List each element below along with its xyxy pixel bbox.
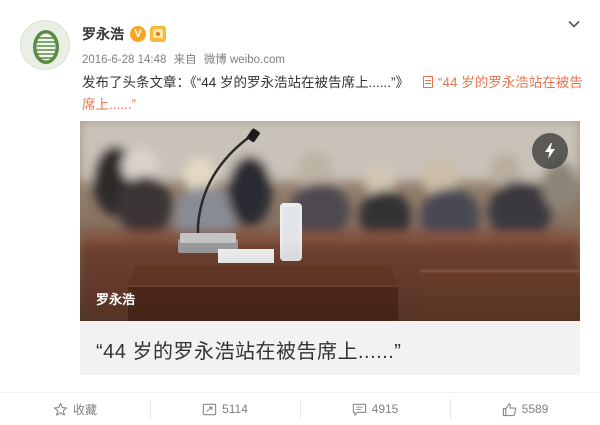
article-doc-icon: [423, 76, 434, 88]
source-prefix: 来自: [173, 54, 197, 66]
action-bar: 收藏 5114 4915 5589: [0, 392, 600, 425]
avatar[interactable]: [20, 20, 70, 70]
lightning-icon[interactable]: [532, 133, 568, 169]
post-text-prefix: 发布了头条文章：《“44 岁的罗永浩站在被告席上......”》: [82, 75, 410, 90]
post-text: 发布了头条文章：《“44 岁的罗永浩站在被告席上......”》 “44 岁的罗永…: [82, 72, 587, 116]
favorite-label: 收藏: [72, 402, 97, 417]
member-level-icon: [150, 26, 166, 42]
thumbs-up-icon: [502, 402, 516, 416]
post-source[interactable]: 微博 weibo.com: [204, 54, 285, 66]
like-button[interactable]: 5589: [450, 393, 600, 425]
like-count: 5589: [521, 402, 549, 416]
comment-count: 4915: [371, 402, 399, 416]
verified-badge-icon: V: [130, 26, 146, 42]
author-name[interactable]: 罗永浩: [82, 24, 124, 44]
favorite-button[interactable]: 收藏: [0, 393, 150, 425]
comment-button[interactable]: 4915: [300, 393, 450, 425]
article-card[interactable]: 罗永浩 “44 岁的罗永浩站在被告席上......”: [80, 121, 580, 375]
chevron-down-icon[interactable]: [566, 16, 582, 32]
star-icon: [53, 402, 68, 416]
article-cover-image[interactable]: [80, 121, 580, 321]
card-author: 罗永浩: [96, 292, 136, 307]
card-title[interactable]: “44 岁的罗永浩站在被告席上......”: [96, 335, 401, 364]
repost-icon: [202, 403, 217, 415]
post-timestamp[interactable]: 2016-6-28 14:48: [82, 54, 166, 66]
post-meta: 2016-6-28 14:48 来自 微博 weibo.com: [82, 51, 289, 67]
repost-button[interactable]: 5114: [150, 393, 300, 425]
repost-count: 5114: [222, 402, 248, 416]
comment-icon: [352, 403, 366, 416]
